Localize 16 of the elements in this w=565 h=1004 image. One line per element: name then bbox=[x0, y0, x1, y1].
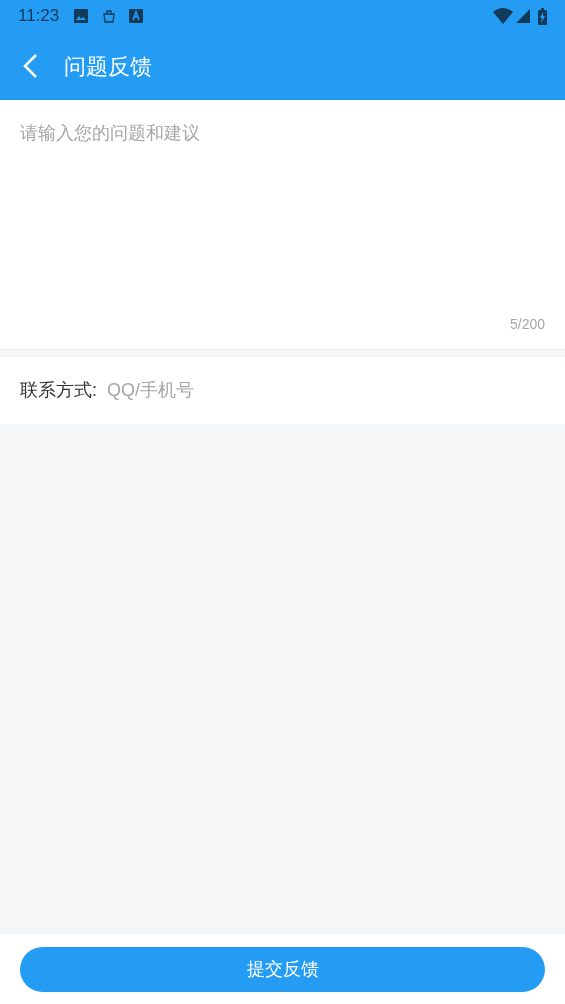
submit-button[interactable]: 提交反馈 bbox=[20, 946, 545, 992]
page-title: 问题反馈 bbox=[64, 52, 152, 81]
status-time: 11:23 bbox=[18, 5, 60, 28]
battery-icon bbox=[538, 7, 547, 25]
signal-icon bbox=[516, 9, 530, 23]
bag-icon bbox=[101, 8, 118, 24]
image-icon bbox=[73, 8, 90, 24]
contact-field[interactable]: 联系方式: QQ/手机号 bbox=[0, 357, 565, 424]
back-icon bbox=[22, 53, 38, 79]
contact-input[interactable]: QQ/手机号 bbox=[107, 377, 545, 404]
feedback-field[interactable]: 请输入您的问题和建议 5/200 bbox=[0, 100, 565, 350]
app-icon bbox=[129, 9, 144, 23]
feedback-input[interactable]: 请输入您的问题和建议 bbox=[20, 100, 545, 314]
character-counter: 5/200 bbox=[509, 315, 545, 334]
wifi-icon bbox=[493, 8, 513, 24]
contact-label: 联系方式: bbox=[20, 379, 97, 402]
